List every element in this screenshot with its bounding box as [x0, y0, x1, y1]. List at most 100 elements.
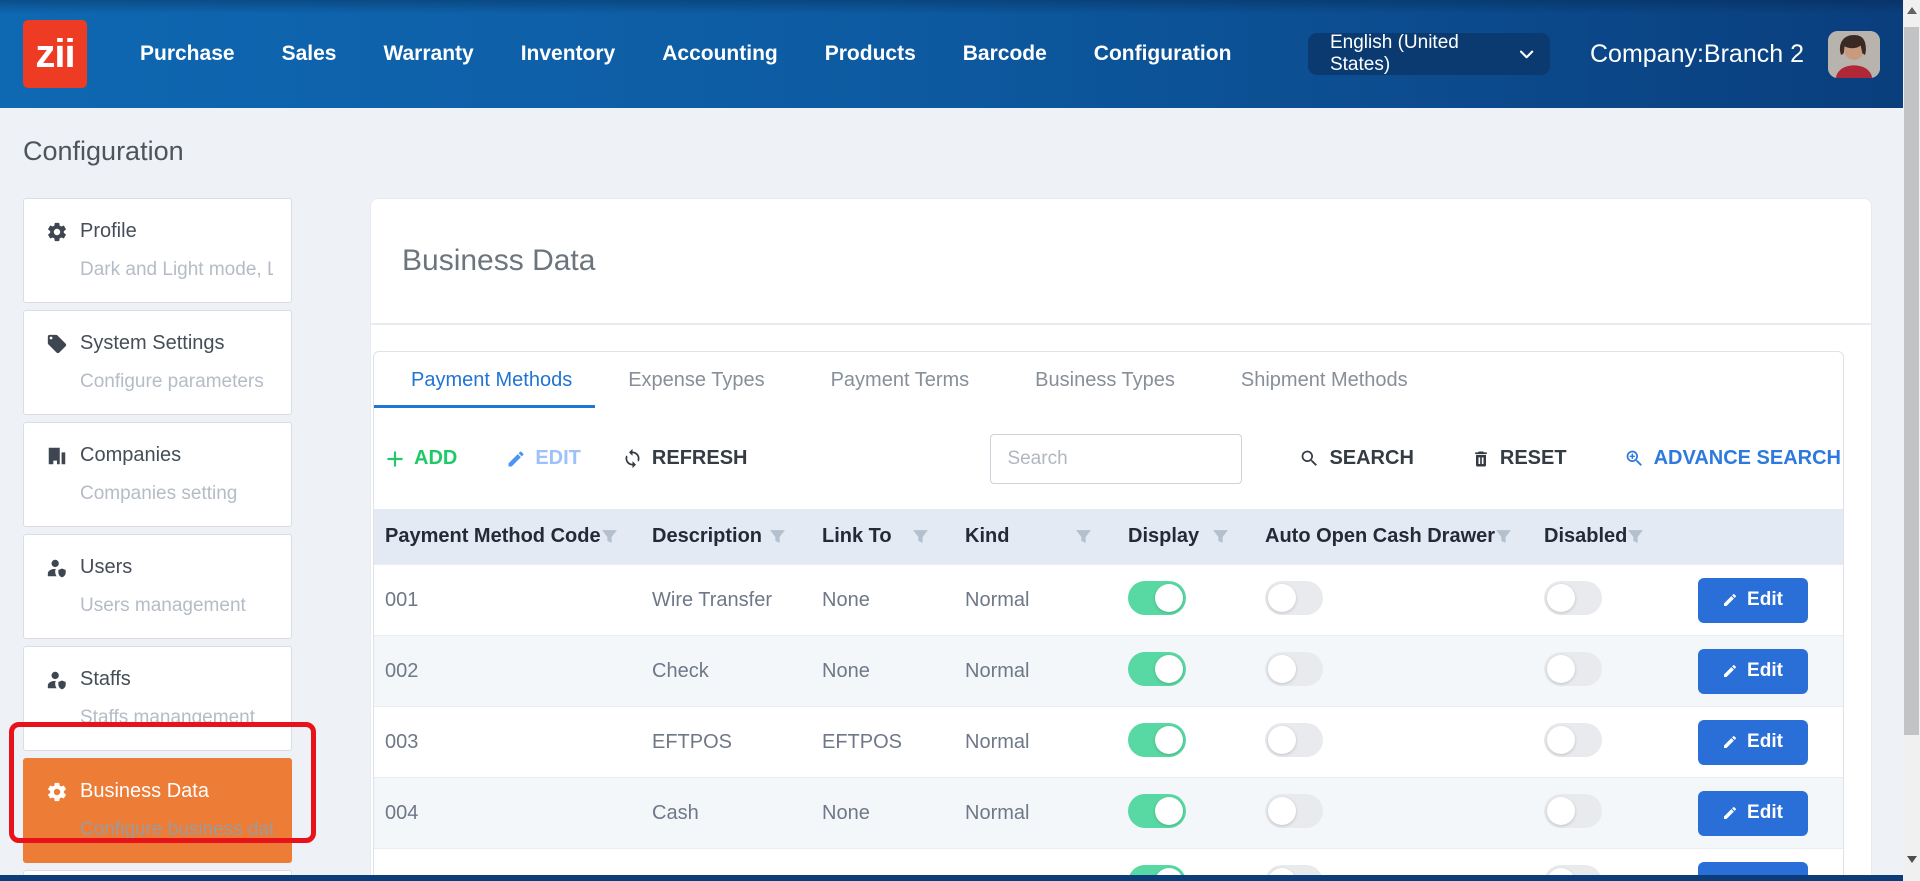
auto-open-cash-drawer-toggle[interactable] — [1265, 723, 1323, 757]
nav-item-inventory[interactable]: Inventory — [521, 42, 616, 66]
filter-funnel-icon[interactable] — [1495, 528, 1512, 545]
search-input[interactable] — [990, 434, 1242, 484]
nav-item-accounting[interactable]: Accounting — [662, 42, 778, 66]
display-toggle[interactable] — [1128, 794, 1186, 828]
nav-item-products[interactable]: Products — [825, 42, 916, 66]
browser-scrollbar[interactable] — [1903, 0, 1920, 881]
search-button[interactable]: SEARCH — [1299, 447, 1413, 470]
language-selector[interactable]: English (United States) — [1308, 33, 1550, 75]
company-branch-label[interactable]: Company:Branch 2 — [1590, 40, 1804, 69]
auto-open-cash-drawer-toggle[interactable] — [1265, 652, 1323, 686]
tab-expense-types[interactable]: Expense Types — [595, 352, 797, 408]
nav-menu: Purchase Sales Warranty Inventory Accoun… — [140, 42, 1231, 66]
user-shield-icon — [46, 669, 68, 691]
filter-funnel-icon[interactable] — [1627, 528, 1644, 545]
disabled-toggle[interactable] — [1544, 581, 1602, 615]
cell-kind: Normal — [955, 731, 1118, 754]
sidebar-item-label: System Settings — [80, 332, 225, 355]
nav-item-configuration[interactable]: Configuration — [1094, 42, 1232, 66]
tab-payment-terms[interactable]: Payment Terms — [798, 352, 1003, 408]
auto-open-cash-drawer-toggle[interactable] — [1265, 794, 1323, 828]
cell-kind: Normal — [955, 660, 1118, 683]
tab-shipment-methods[interactable]: Shipment Methods — [1208, 352, 1441, 408]
table-row: 003 EFTPOS EFTPOS Normal Edit — [374, 706, 1843, 777]
auto-open-cash-drawer-toggle[interactable] — [1265, 581, 1323, 615]
sidebar-item-description: Dark and Light mode, L... — [80, 259, 273, 281]
disabled-toggle[interactable] — [1544, 794, 1602, 828]
row-edit-button[interactable]: Edit — [1698, 720, 1808, 765]
display-toggle[interactable] — [1128, 723, 1186, 757]
sidebar-item-users[interactable]: Users Users management — [23, 534, 292, 639]
nav-item-sales[interactable]: Sales — [282, 42, 337, 66]
sidebar-item-business-data[interactable]: Business Data Configure business data — [23, 758, 292, 863]
table-container: Payment Methods Expense Types Payment Te… — [373, 351, 1844, 881]
sidebar-item-label: Users — [80, 556, 132, 579]
nav-item-purchase[interactable]: Purchase — [140, 42, 235, 66]
plus-icon — [385, 449, 405, 469]
disabled-toggle[interactable] — [1544, 652, 1602, 686]
column-header-display[interactable]: Display — [1118, 525, 1255, 548]
pencil-icon — [1722, 734, 1738, 750]
sidebar-item-staffs[interactable]: Staffs Staffs manangement — [23, 646, 292, 751]
pencil-icon — [1722, 592, 1738, 608]
cell-kind: Normal — [955, 589, 1118, 612]
sidebar-item-profile[interactable]: Profile Dark and Light mode, L... — [23, 198, 292, 303]
sidebar-item-description: Users management — [80, 595, 273, 617]
sidebar-item-description: Staffs manangement — [80, 707, 273, 729]
advance-search-button[interactable]: ADVANCE SEARCH — [1624, 447, 1841, 470]
refresh-icon — [622, 448, 643, 469]
user-avatar[interactable] — [1828, 31, 1880, 78]
app-logo[interactable]: zii — [23, 20, 87, 88]
add-button[interactable]: ADD — [385, 447, 457, 470]
filter-funnel-icon[interactable] — [1075, 528, 1092, 545]
table-header-row: Payment Method Code Description Link To … — [374, 509, 1843, 564]
bottom-edge-strip — [0, 875, 1920, 881]
column-header-description[interactable]: Description — [642, 525, 812, 548]
cell-link-to: None — [812, 660, 955, 683]
edit-button[interactable]: EDIT — [506, 447, 581, 470]
cell-payment-method-code: 003 — [374, 731, 642, 754]
sidebar-item-companies[interactable]: Companies Companies setting — [23, 422, 292, 527]
scroll-up-arrow-icon[interactable] — [1903, 2, 1920, 19]
filter-funnel-icon[interactable] — [769, 528, 786, 545]
tab-business-types[interactable]: Business Types — [1002, 352, 1208, 408]
table-row: 004 Cash None Normal Edit — [374, 777, 1843, 848]
cell-kind: Normal — [955, 802, 1118, 825]
column-header-kind[interactable]: Kind — [955, 525, 1118, 548]
column-header-disabled[interactable]: Disabled — [1534, 525, 1662, 548]
scrollbar-thumb[interactable] — [1904, 27, 1919, 735]
row-edit-button[interactable]: Edit — [1698, 578, 1808, 623]
sidebar-item-label: Companies — [80, 444, 181, 467]
search-plus-icon — [1624, 448, 1645, 469]
sidebar-item-description: Configure parameters — [80, 371, 273, 393]
panel-title: Business Data — [402, 244, 595, 278]
refresh-button[interactable]: REFRESH — [622, 447, 748, 470]
filter-funnel-icon[interactable] — [1212, 528, 1229, 545]
sidebar-item-label: Business Data — [80, 780, 209, 803]
tab-payment-methods[interactable]: Payment Methods — [374, 352, 595, 408]
display-toggle[interactable] — [1128, 581, 1186, 615]
gear-icon — [46, 221, 68, 243]
row-edit-button[interactable]: Edit — [1698, 649, 1808, 694]
scroll-down-arrow-icon[interactable] — [1903, 851, 1920, 868]
reset-button[interactable]: RESET — [1471, 447, 1567, 470]
row-edit-button[interactable]: Edit — [1698, 791, 1808, 836]
nav-item-warranty[interactable]: Warranty — [383, 42, 473, 66]
column-header-auto-open-cash-drawer[interactable]: Auto Open Cash Drawer — [1255, 525, 1534, 548]
sidebar-item-label: Staffs — [80, 668, 131, 691]
column-header-link-to[interactable]: Link To — [812, 525, 955, 548]
cell-payment-method-code: 001 — [374, 589, 642, 612]
gear-icon — [46, 781, 68, 803]
column-header-payment-method-code[interactable]: Payment Method Code — [374, 525, 642, 548]
tag-icon — [46, 333, 68, 355]
top-navbar: zii Purchase Sales Warranty Inventory Ac… — [0, 0, 1920, 108]
nav-item-barcode[interactable]: Barcode — [963, 42, 1047, 66]
filter-funnel-icon[interactable] — [912, 528, 929, 545]
sidebar-item-label: Profile — [80, 220, 137, 243]
sidebar-item-system-settings[interactable]: System Settings Configure parameters — [23, 310, 292, 415]
page-title: Configuration — [23, 136, 1920, 167]
display-toggle[interactable] — [1128, 652, 1186, 686]
disabled-toggle[interactable] — [1544, 723, 1602, 757]
filter-funnel-icon[interactable] — [601, 528, 618, 545]
tab-bar: Payment Methods Expense Types Payment Te… — [374, 352, 1843, 408]
